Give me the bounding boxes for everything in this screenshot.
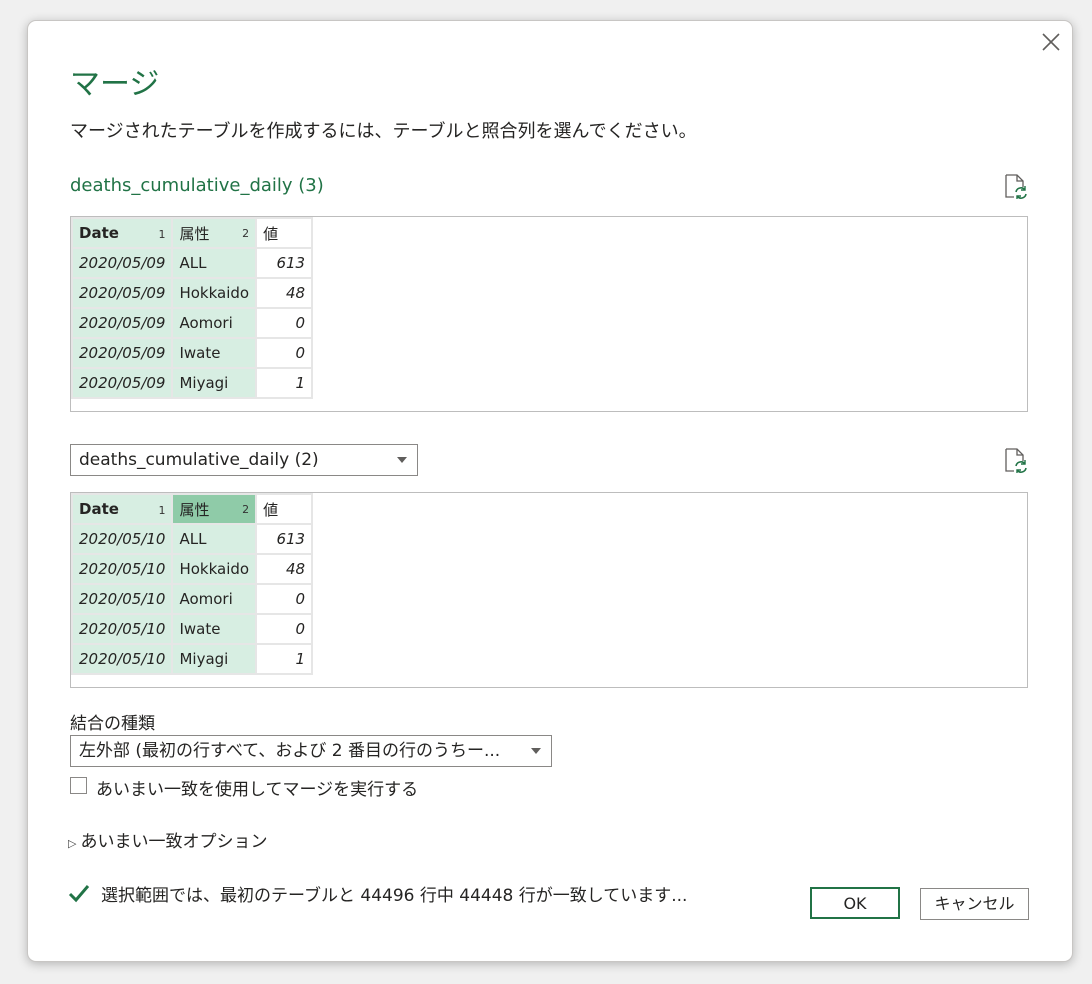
- column-header-label: 属性: [179, 224, 210, 243]
- expand-arrow-icon: ▷: [68, 837, 77, 850]
- cell-date: 2020/05/09: [70, 277, 174, 309]
- checkmark-icon: [68, 885, 90, 903]
- first-table-preview: Date 1 属性 2 値 2020/05/09 ALL 613 2020/05…: [70, 216, 1028, 412]
- cell-date: 2020/05/10: [70, 643, 174, 675]
- cell-date: 2020/05/09: [70, 307, 174, 339]
- second-table-grid: Date 1 属性 2 値 2020/05/10 ALL 613 2020/05…: [70, 493, 314, 675]
- cell-attribute: Hokkaido: [171, 553, 258, 585]
- cell-value: 0: [255, 307, 314, 339]
- cell-attribute: ALL: [171, 523, 258, 555]
- table-row: 2020/05/10 Iwate 0: [70, 613, 314, 645]
- cell-date: 2020/05/10: [70, 613, 174, 645]
- cell-value: 613: [255, 247, 314, 279]
- cell-attribute: Aomori: [171, 307, 258, 339]
- column-header-attribute[interactable]: 属性 2: [171, 217, 258, 249]
- cell-value: 1: [255, 367, 314, 399]
- fuzzy-options-label: あいまい一致オプション: [80, 832, 268, 852]
- column-header-label: Date: [79, 500, 119, 518]
- second-table-dropdown[interactable]: deaths_cumulative_daily (2): [70, 444, 418, 476]
- column-index: 1: [158, 228, 166, 241]
- match-status-text: 選択範囲では、最初のテーブルと 44496 行中 44448 行が一致しています…: [101, 886, 688, 906]
- cell-attribute: Miyagi: [171, 643, 258, 675]
- header-row: Date 1 属性 2 値: [70, 217, 314, 249]
- cell-date: 2020/05/09: [70, 337, 174, 369]
- cell-attribute: Iwate: [171, 613, 258, 645]
- cell-date: 2020/05/09: [70, 247, 174, 279]
- second-table-selected: deaths_cumulative_daily (2): [79, 450, 319, 470]
- table-row: 2020/05/10 Miyagi 1: [70, 643, 314, 675]
- chevron-down-icon: [397, 457, 407, 463]
- column-header-label: 属性: [179, 500, 210, 519]
- first-table-grid: Date 1 属性 2 値 2020/05/09 ALL 613 2020/05…: [70, 217, 314, 399]
- column-index: 1: [158, 504, 166, 517]
- cell-attribute: Aomori: [171, 583, 258, 615]
- table-row: 2020/05/10 Hokkaido 48: [70, 553, 314, 585]
- column-header-date[interactable]: Date 1: [70, 217, 174, 249]
- cell-attribute: ALL: [171, 247, 258, 279]
- column-index: 2: [242, 502, 250, 516]
- first-table-name: deaths_cumulative_daily (3): [70, 175, 324, 196]
- column-header-label: 値: [263, 500, 279, 519]
- join-kind-label: 結合の種類: [70, 714, 155, 734]
- cell-value: 0: [255, 583, 314, 615]
- cell-date: 2020/05/10: [70, 553, 174, 585]
- column-header-attribute[interactable]: 属性 2: [171, 493, 258, 525]
- cancel-button[interactable]: キャンセル: [920, 888, 1029, 920]
- cell-value: 0: [255, 613, 314, 645]
- table-row: 2020/05/09 Hokkaido 48: [70, 277, 314, 309]
- join-kind-selected: 左外部 (最初の行すべて、および 2 番目の行のうちー...: [79, 741, 501, 761]
- table-row: 2020/05/09 Iwate 0: [70, 337, 314, 369]
- dialog-description: マージされたテーブルを作成するには、テーブルと照合列を選んでください。: [70, 121, 697, 142]
- join-kind-dropdown[interactable]: 左外部 (最初の行すべて、および 2 番目の行のうちー...: [70, 735, 552, 767]
- refresh-file-icon[interactable]: [1002, 447, 1028, 473]
- cell-value: 613: [255, 523, 314, 555]
- cell-attribute: Hokkaido: [171, 277, 258, 309]
- cell-value: 48: [255, 553, 314, 585]
- fuzzy-options-toggle[interactable]: ▷ あいまい一致オプション: [68, 827, 267, 852]
- table-row: 2020/05/09 Aomori 0: [70, 307, 314, 339]
- fuzzy-match-checkbox[interactable]: [70, 777, 87, 794]
- cell-attribute: Iwate: [171, 337, 258, 369]
- column-header-value[interactable]: 値: [255, 493, 314, 525]
- merge-dialog: マージ マージされたテーブルを作成するには、テーブルと照合列を選んでください。 …: [27, 20, 1073, 962]
- ok-button[interactable]: OK: [810, 887, 900, 919]
- cell-date: 2020/05/10: [70, 583, 174, 615]
- fuzzy-match-label[interactable]: あいまい一致を使用してマージを実行する: [96, 775, 418, 800]
- table-row: 2020/05/09 Miyagi 1: [70, 367, 314, 399]
- header-row: Date 1 属性 2 値: [70, 493, 314, 525]
- column-header-label: Date: [79, 224, 119, 242]
- chevron-down-icon: [531, 748, 541, 754]
- table-row: 2020/05/10 Aomori 0: [70, 583, 314, 615]
- close-icon[interactable]: [1040, 31, 1062, 53]
- second-table-preview: Date 1 属性 2 値 2020/05/10 ALL 613 2020/05…: [70, 492, 1028, 688]
- cell-date: 2020/05/09: [70, 367, 174, 399]
- cell-date: 2020/05/10: [70, 523, 174, 555]
- column-header-date[interactable]: Date 1: [70, 493, 174, 525]
- column-header-label: 値: [263, 224, 279, 243]
- table-row: 2020/05/10 ALL 613: [70, 523, 314, 555]
- cell-value: 48: [255, 277, 314, 309]
- cell-attribute: Miyagi: [171, 367, 258, 399]
- column-index: 2: [242, 226, 250, 240]
- dialog-title: マージ: [70, 67, 160, 102]
- cell-value: 0: [255, 337, 314, 369]
- cell-value: 1: [255, 643, 314, 675]
- column-header-value[interactable]: 値: [255, 217, 314, 249]
- table-row: 2020/05/09 ALL 613: [70, 247, 314, 279]
- refresh-file-icon[interactable]: [1002, 173, 1028, 199]
